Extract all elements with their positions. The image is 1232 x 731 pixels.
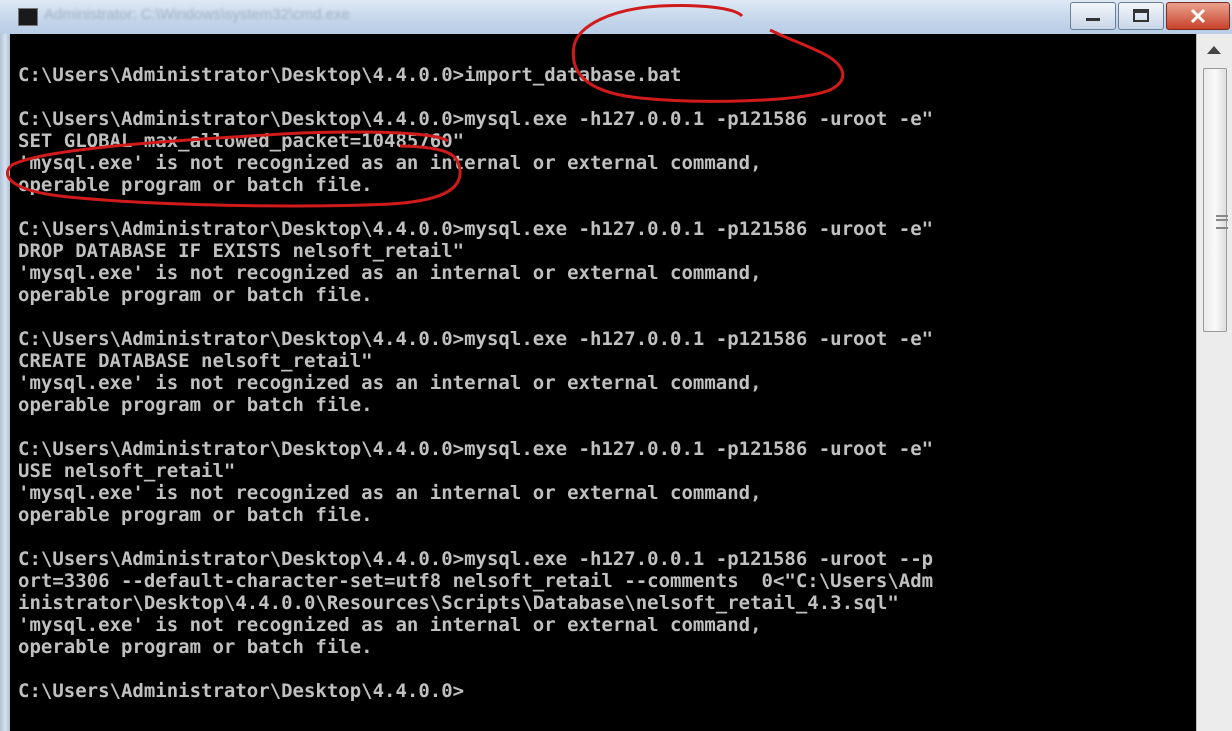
window-titlebar[interactable]: Administrator: C:\Windows\system32\cmd.e…	[0, 0, 1232, 35]
console-line: DROP DATABASE IF EXISTS nelsoft_retail"	[18, 240, 465, 262]
console-line: C:\Users\Administrator\Desktop\4.4.0.0>m…	[18, 218, 934, 240]
console-line: C:\Users\Administrator\Desktop\4.4.0.0>m…	[18, 548, 934, 570]
maximize-icon	[1133, 9, 1149, 22]
close-button[interactable]	[1166, 2, 1230, 30]
console-line: operable program or batch file.	[18, 284, 373, 306]
scroll-up-arrow-icon[interactable]	[1207, 46, 1221, 54]
console-line: 'mysql.exe' is not recognized as an inte…	[18, 262, 762, 284]
window-title: Administrator: C:\Windows\system32\cmd.e…	[44, 6, 350, 23]
minimize-button[interactable]	[1070, 2, 1116, 30]
window-frame-left	[0, 34, 10, 731]
console-line: C:\Users\Administrator\Desktop\4.4.0.0>m…	[18, 108, 934, 130]
console-line: C:\Users\Administrator\Desktop\4.4.0.0>i…	[18, 64, 682, 86]
console-line: C:\Users\Administrator\Desktop\4.4.0.0>m…	[18, 328, 934, 350]
console-line: 'mysql.exe' is not recognized as an inte…	[18, 482, 762, 504]
console-line: C:\Users\Administrator\Desktop\4.4.0.0>m…	[18, 438, 934, 460]
cmd-icon	[18, 8, 38, 26]
console-line: C:\Users\Administrator\Desktop\4.4.0.0>	[18, 680, 465, 702]
console-line: operable program or batch file.	[18, 504, 373, 526]
minimize-icon	[1086, 18, 1100, 21]
console-line: USE nelsoft_retail"	[18, 460, 236, 482]
console-line: inistrator\Desktop\4.4.0.0\Resources\Scr…	[18, 592, 899, 614]
console-output[interactable]: C:\Users\Administrator\Desktop\4.4.0.0> i…	[10, 34, 1196, 731]
console-line: 'mysql.exe' is not recognized as an inte…	[18, 614, 762, 636]
console-line: operable program or batch file.	[18, 174, 373, 196]
close-icon	[1190, 8, 1206, 24]
grip-icon	[1216, 215, 1228, 229]
vertical-scrollbar[interactable]	[1196, 34, 1232, 731]
maximize-button[interactable]	[1118, 2, 1164, 30]
console-line: operable program or batch file.	[18, 636, 373, 658]
scrollbar-thumb[interactable]	[1203, 68, 1228, 332]
console-line: 'mysql.exe' is not recognized as an inte…	[18, 152, 762, 174]
console-line: operable program or batch file.	[18, 394, 373, 416]
console-line: 'mysql.exe' is not recognized as an inte…	[18, 372, 762, 394]
console-line: SET GLOBAL max_allowed_packet=10485760"	[18, 130, 465, 152]
console-line: CREATE DATABASE nelsoft_retail"	[18, 350, 373, 372]
console-line: ort=3306 --default-character-set=utf8 ne…	[18, 570, 934, 592]
